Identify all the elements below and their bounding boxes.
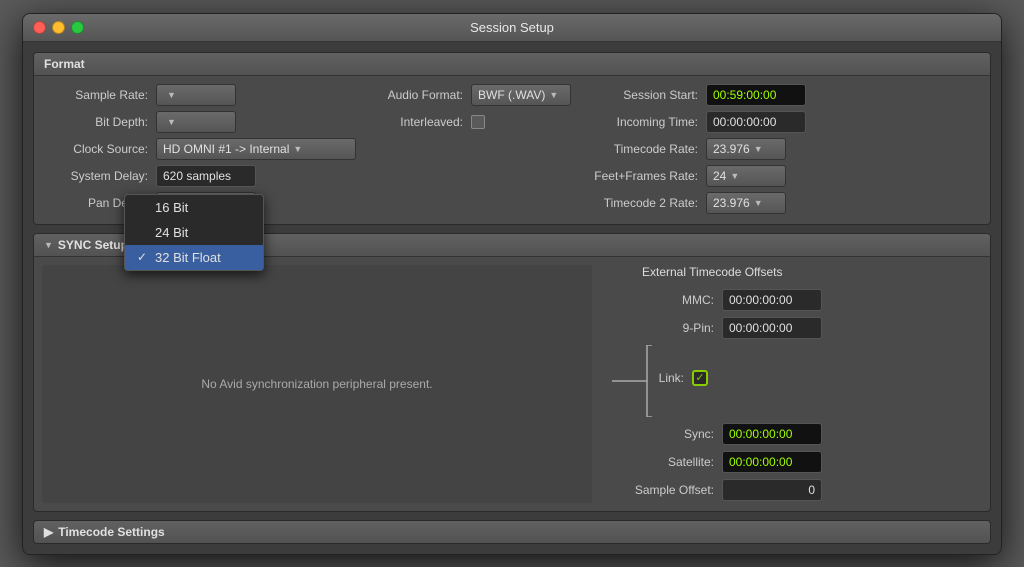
sample-rate-label: Sample Rate: <box>46 88 156 102</box>
sample-offset-label: Sample Offset: <box>602 483 722 497</box>
timecode-rate-dropdown[interactable]: 23.976 ▼ <box>706 138 786 160</box>
audio-format-label: Audio Format: <box>376 88 471 102</box>
sync-section: ▼ SYNC Setup & Timecode Offsets No Avid … <box>33 233 991 512</box>
timecode2-rate-dropdown[interactable]: 23.976 ▼ <box>706 192 786 214</box>
16bit-check <box>137 200 149 214</box>
incoming-time-value: 00:00:00:00 <box>713 115 776 129</box>
timecode-collapse-arrow: ▶ <box>44 525 53 539</box>
incoming-time-input[interactable]: 00:00:00:00 <box>706 111 806 133</box>
pin9-input[interactable]: 00:00:00:00 <box>722 317 822 339</box>
session-start-input[interactable]: 00:59:00:00 <box>706 84 806 106</box>
sample-rate-arrow: ▼ <box>167 90 176 100</box>
feet-frames-dropdown[interactable]: 24 ▼ <box>706 165 786 187</box>
timecode-section-header[interactable]: ▶ Timecode Settings <box>34 521 990 543</box>
sample-offset-value: 0 <box>808 483 815 497</box>
timecode2-rate-arrow: ▼ <box>754 198 763 208</box>
audio-format-arrow: ▼ <box>549 90 558 100</box>
clock-source-dropdown[interactable]: HD OMNI #1 -> Internal ▼ <box>156 138 356 160</box>
mmc-input[interactable]: 00:00:00:00 <box>722 289 822 311</box>
format-section-header: Format <box>34 53 990 76</box>
interleaved-label: Interleaved: <box>376 115 471 129</box>
bit-depth-label: Bit Depth: <box>46 115 156 129</box>
timecode-section: ▶ Timecode Settings <box>33 520 991 544</box>
window-controls <box>33 21 84 34</box>
timecode-header-label: Timecode Settings <box>58 525 164 539</box>
format-section: Format 16 Bit 24 Bit ✓ 32 Bit Float <box>33 52 991 225</box>
pin9-value: 00:00:00:00 <box>729 321 792 335</box>
close-button[interactable] <box>33 21 46 34</box>
sample-offset-input[interactable]: 0 <box>722 479 822 501</box>
timecode-rate-arrow: ▼ <box>754 144 763 154</box>
incoming-time-label: Incoming Time: <box>576 115 706 129</box>
24bit-label: 24 Bit <box>155 225 188 240</box>
link-checkbox[interactable]: ✓ <box>692 370 708 386</box>
sync-value: 00:00:00:00 <box>729 427 792 441</box>
32bit-check: ✓ <box>137 250 149 264</box>
feet-frames-value: 24 <box>713 169 726 183</box>
clock-source-arrow: ▼ <box>293 144 302 154</box>
audio-format-value: BWF (.WAV) <box>478 88 545 102</box>
mmc-value: 00:00:00:00 <box>729 293 792 307</box>
bit-depth-24bit-option[interactable]: 24 Bit <box>125 220 263 245</box>
sync-label: Sync: <box>652 427 722 441</box>
no-peripheral-panel: No Avid synchronization peripheral prese… <box>42 265 592 503</box>
ext-tc-panel: External Timecode Offsets MMC: 00:00:00:… <box>602 265 982 503</box>
satellite-label: Satellite: <box>652 455 722 469</box>
satellite-input[interactable]: 00:00:00:00 <box>722 451 822 473</box>
sync-collapse-arrow: ▼ <box>44 240 53 250</box>
audio-format-dropdown[interactable]: BWF (.WAV) ▼ <box>471 84 571 106</box>
maximize-button[interactable] <box>71 21 84 34</box>
interleaved-checkbox[interactable] <box>471 115 485 129</box>
timecode-rate-label: Timecode Rate: <box>576 142 706 156</box>
feet-frames-arrow: ▼ <box>730 171 739 181</box>
system-delay-label: System Delay: <box>46 169 156 183</box>
system-delay-input[interactable]: 620 samples <box>156 165 256 187</box>
titlebar: Session Setup <box>23 14 1001 42</box>
sync-section-body: No Avid synchronization peripheral prese… <box>34 257 990 511</box>
timecode2-rate-label: Timecode 2 Rate: <box>576 196 706 210</box>
sync-input[interactable]: 00:00:00:00 <box>722 423 822 445</box>
minimize-button[interactable] <box>52 21 65 34</box>
feet-frames-label: Feet+Frames Rate: <box>576 169 706 183</box>
bit-depth-32bit-option[interactable]: ✓ 32 Bit Float <box>125 245 263 270</box>
bit-depth-dropdown[interactable]: ▼ <box>156 111 236 133</box>
clock-source-label: Clock Source: <box>46 142 156 156</box>
24bit-check <box>137 225 149 239</box>
clock-source-value: HD OMNI #1 -> Internal <box>163 142 289 156</box>
timecode2-rate-value: 23.976 <box>713 196 750 210</box>
bit-depth-arrow: ▼ <box>167 117 176 127</box>
bit-depth-dropdown-menu: 16 Bit 24 Bit ✓ 32 Bit Float <box>124 194 264 271</box>
link-bracket-svg <box>602 345 652 417</box>
window-title: Session Setup <box>470 20 554 35</box>
session-start-label: Session Start: <box>576 88 706 102</box>
16bit-label: 16 Bit <box>155 200 188 215</box>
format-section-body: 16 Bit 24 Bit ✓ 32 Bit Float Sample Rate… <box>34 76 990 224</box>
mmc-label: MMC: <box>652 293 722 307</box>
session-start-value: 00:59:00:00 <box>713 88 776 102</box>
32bit-label: 32 Bit Float <box>155 250 221 265</box>
no-peripheral-message: No Avid synchronization peripheral prese… <box>201 377 432 391</box>
sample-rate-dropdown[interactable]: ▼ <box>156 84 236 106</box>
ext-tc-header: External Timecode Offsets <box>602 265 982 279</box>
bit-depth-16bit-option[interactable]: 16 Bit <box>125 195 263 220</box>
pin9-label: 9-Pin: <box>652 321 722 335</box>
main-window: Session Setup Format 16 Bit 24 Bit <box>22 13 1002 555</box>
system-delay-value: 620 samples <box>163 169 231 183</box>
content-area: Format 16 Bit 24 Bit ✓ 32 Bit Float <box>23 42 1001 554</box>
format-header-label: Format <box>44 57 85 71</box>
link-label: Link: <box>652 371 692 385</box>
timecode-rate-value: 23.976 <box>713 142 750 156</box>
satellite-value: 00:00:00:00 <box>729 455 792 469</box>
